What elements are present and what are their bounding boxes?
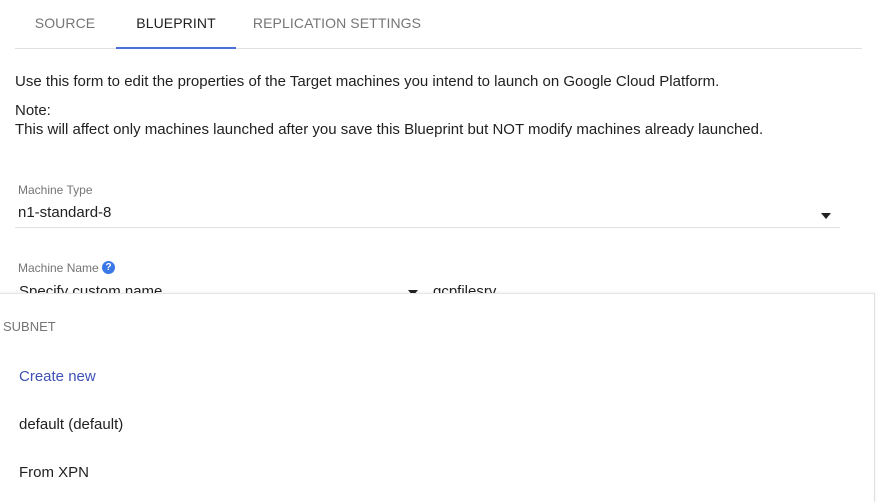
- subnet-dropdown-menu: SUBNET Create new default (default) From…: [0, 293, 875, 502]
- machine-type-value: n1-standard-8: [18, 204, 112, 221]
- chevron-down-icon[interactable]: [821, 213, 831, 219]
- note-body: This will affect only machines launched …: [15, 121, 764, 138]
- tab-bar: SOURCE BLUEPRINT REPLICATION SETTINGS: [15, 0, 862, 49]
- machine-name-row: Specify custom name gcpfilesrv: [0, 280, 878, 294]
- tab-source[interactable]: SOURCE: [15, 0, 115, 48]
- tab-replication-settings[interactable]: REPLICATION SETTINGS: [245, 0, 429, 48]
- note-title: Note:: [15, 102, 51, 119]
- menu-item-create-new[interactable]: Create new: [19, 368, 96, 385]
- machine-type-underline: [15, 227, 840, 228]
- tab-blueprint[interactable]: BLUEPRINT: [116, 0, 236, 49]
- active-tab-indicator: [116, 47, 236, 49]
- machine-name-label: Machine Name: [18, 261, 99, 275]
- menu-item-from-xpn[interactable]: From XPN: [19, 464, 89, 481]
- tab-blueprint-label: BLUEPRINT: [136, 15, 216, 31]
- menu-item-default[interactable]: default (default): [19, 416, 123, 433]
- subnet-menu-header: SUBNET: [3, 319, 56, 334]
- tab-replication-settings-label: REPLICATION SETTINGS: [252, 15, 422, 31]
- help-icon[interactable]: ?: [102, 261, 115, 274]
- tab-source-label: SOURCE: [34, 15, 96, 31]
- machine-type-label: Machine Type: [18, 183, 93, 197]
- intro-text: Use this form to edit the properties of …: [15, 73, 720, 90]
